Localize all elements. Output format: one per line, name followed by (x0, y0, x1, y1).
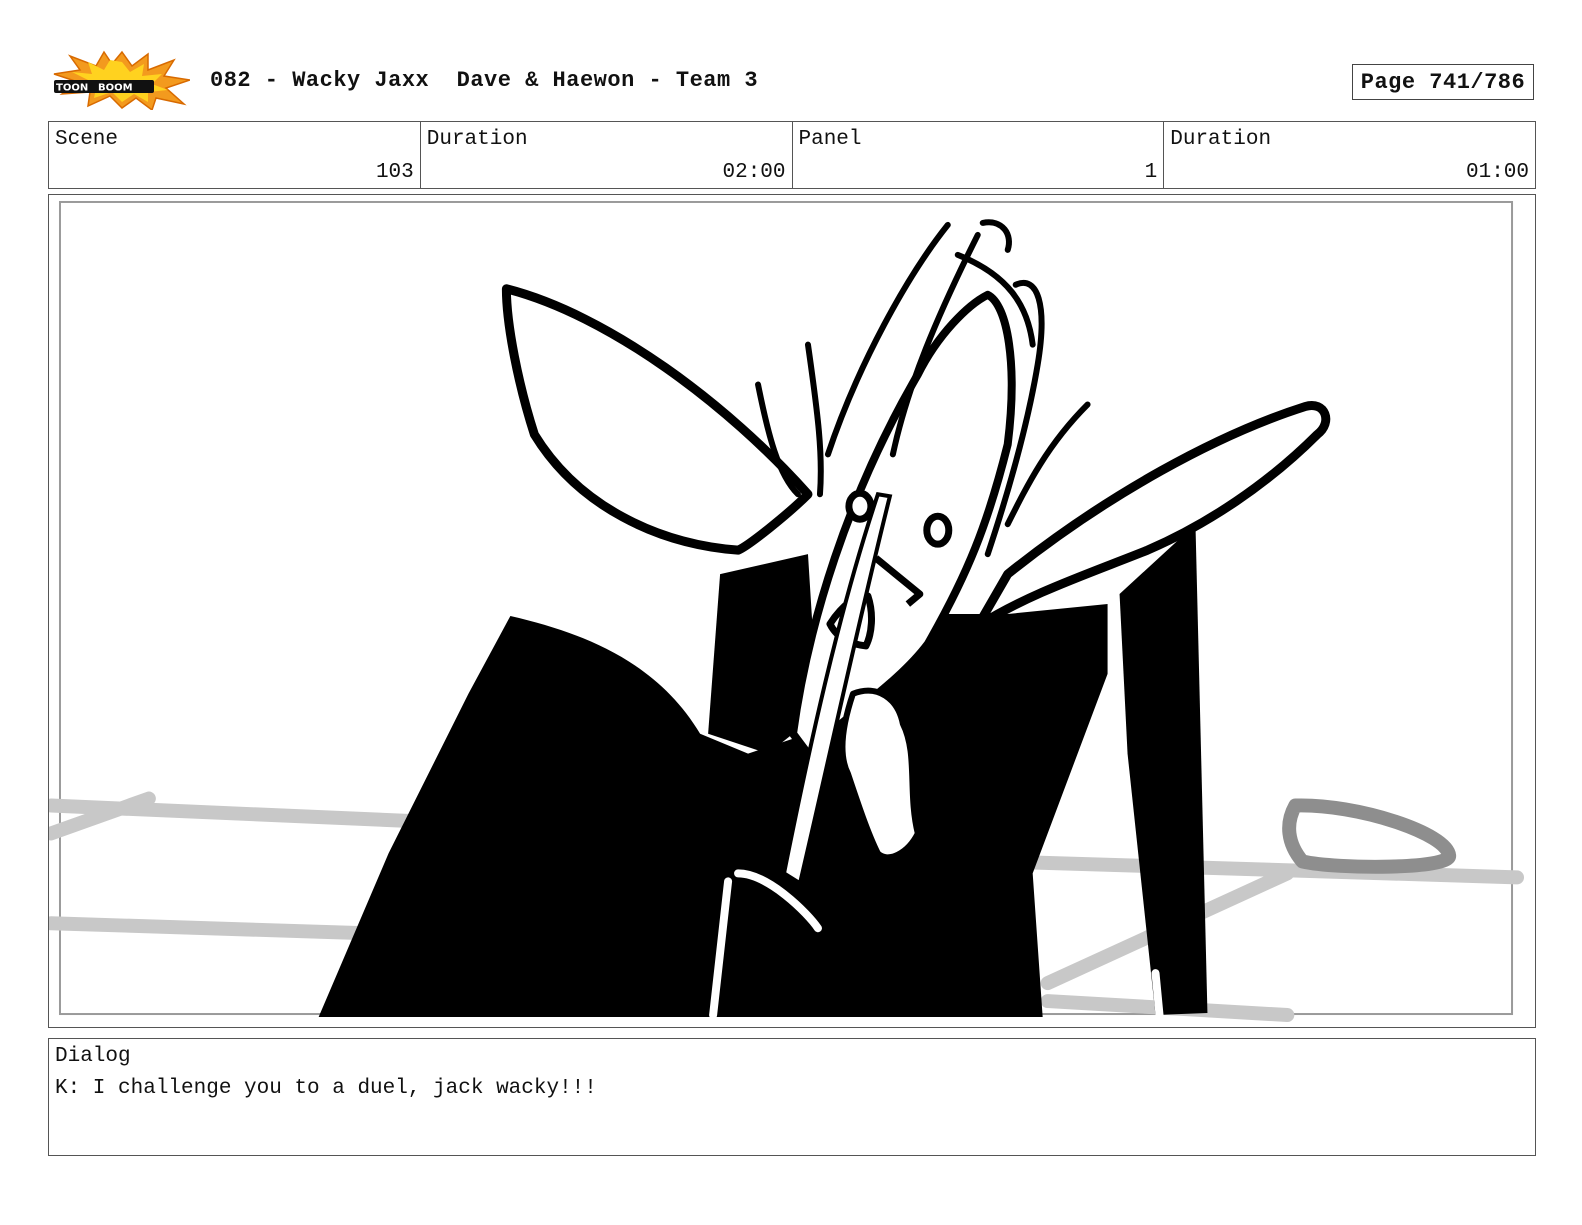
storyboard-title: 082 - Wacky Jaxx Dave & Haewon - Team 3 (210, 68, 759, 93)
toon-boom-logo-icon: TOON BOOM (53, 50, 191, 112)
panel-duration-value: 01:00 (1465, 161, 1529, 184)
scene-label: Scene (55, 128, 119, 151)
scene-value: 103 (375, 161, 414, 184)
scene-info-table: Scene 103 Duration 02:00 Panel 1 Duratio… (48, 121, 1536, 189)
dialog-box: Dialog K: I challenge you to a duel, jac… (48, 1038, 1536, 1156)
panel-duration-label: Duration (1170, 128, 1272, 151)
panel-sketch (49, 200, 1525, 1023)
svg-text:TOON: TOON (56, 83, 88, 94)
scene-duration-label: Duration (426, 128, 528, 151)
prop-outline (1282, 798, 1457, 874)
panel-cell: Panel 1 (793, 122, 1165, 188)
toon-boom-logo: TOON BOOM (52, 50, 191, 112)
right-eye (923, 512, 953, 548)
panel-value: 1 (1144, 161, 1158, 184)
left-eye (845, 489, 875, 523)
scene-cell: Scene 103 (49, 122, 421, 188)
page-number-badge: Page 741/786 (1352, 64, 1534, 100)
dialog-label: Dialog (55, 1045, 131, 1068)
scene-duration-cell: Duration 02:00 (421, 122, 793, 188)
storyboard-panel (48, 194, 1536, 1028)
panel-label: Panel (798, 128, 862, 151)
panel-duration-cell: Duration 01:00 (1164, 122, 1535, 188)
svg-text:BOOM: BOOM (98, 83, 133, 94)
character-body (318, 524, 1208, 1018)
dialog-text: K: I challenge you to a duel, jack wacky… (55, 1077, 597, 1100)
scene-duration-value: 02:00 (722, 161, 786, 184)
